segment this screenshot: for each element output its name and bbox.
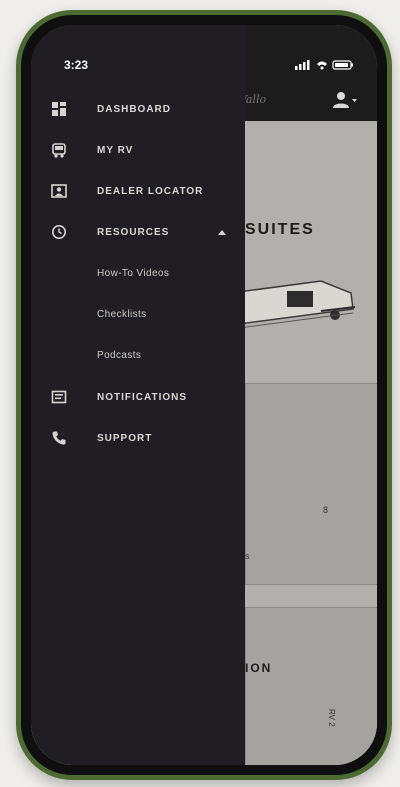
menu-label: MY RV [97,144,134,156]
submenu-item-podcasts[interactable]: Podcasts [31,339,245,371]
submenu-label: Podcasts [97,349,142,361]
menu-label: DASHBOARD [97,103,171,115]
menu-item-support[interactable]: SUPPORT [31,422,245,454]
submenu-label: How-To Videos [97,267,170,279]
background-title-bottom: ION [245,661,273,675]
background-card-1 [245,383,377,585]
side-menu-drawer: 3:23 DASHBOARD MY RV DEALER LOCATOR RESO… [31,25,245,765]
menu-label: SUPPORT [97,432,153,444]
rv-illustration [231,280,356,330]
menu-label: NOTIFICATIONS [97,391,188,403]
phone-frame: Vallo SUITES 8 s ION RV 2 3:23 DASHBOARD… [16,10,392,780]
submenu-item-checklists[interactable]: Checklists [31,298,245,330]
background-small-text: 8 [323,505,329,515]
notifications-icon [51,390,67,404]
chevron-up-icon[interactable] [217,228,227,236]
phone-icon [52,431,66,445]
background-title-top: SUITES [245,221,315,238]
menu-label: RESOURCES [97,226,170,238]
background-small-text: s [245,551,250,561]
user-account-icon[interactable] [331,91,357,109]
phone-screen: Vallo SUITES 8 s ION RV 2 3:23 DASHBOARD… [31,25,377,765]
menu-label: DEALER LOCATOR [97,185,204,197]
background-vertical-text: RV 2 [327,709,336,727]
background-card-2 [245,607,377,765]
status-indicators [295,60,353,70]
menu-item-dashboard[interactable]: DASHBOARD [31,93,245,125]
submenu-item-how-to-videos[interactable]: How-To Videos [31,257,245,289]
submenu-label: Checklists [97,308,147,320]
rv-icon [52,143,66,158]
status-time: 3:23 [64,58,89,72]
dashboard-icon [52,102,66,116]
resources-icon [52,225,66,239]
dealer-icon [51,184,67,198]
menu-item-resources[interactable]: RESOURCES [31,216,245,248]
phone-bezel: Vallo SUITES 8 s ION RV 2 3:23 DASHBOARD… [21,15,387,775]
menu-item-my-rv[interactable]: MY RV [31,134,245,166]
menu-item-dealer-locator[interactable]: DEALER LOCATOR [31,175,245,207]
menu-item-notifications[interactable]: NOTIFICATIONS [31,381,245,413]
